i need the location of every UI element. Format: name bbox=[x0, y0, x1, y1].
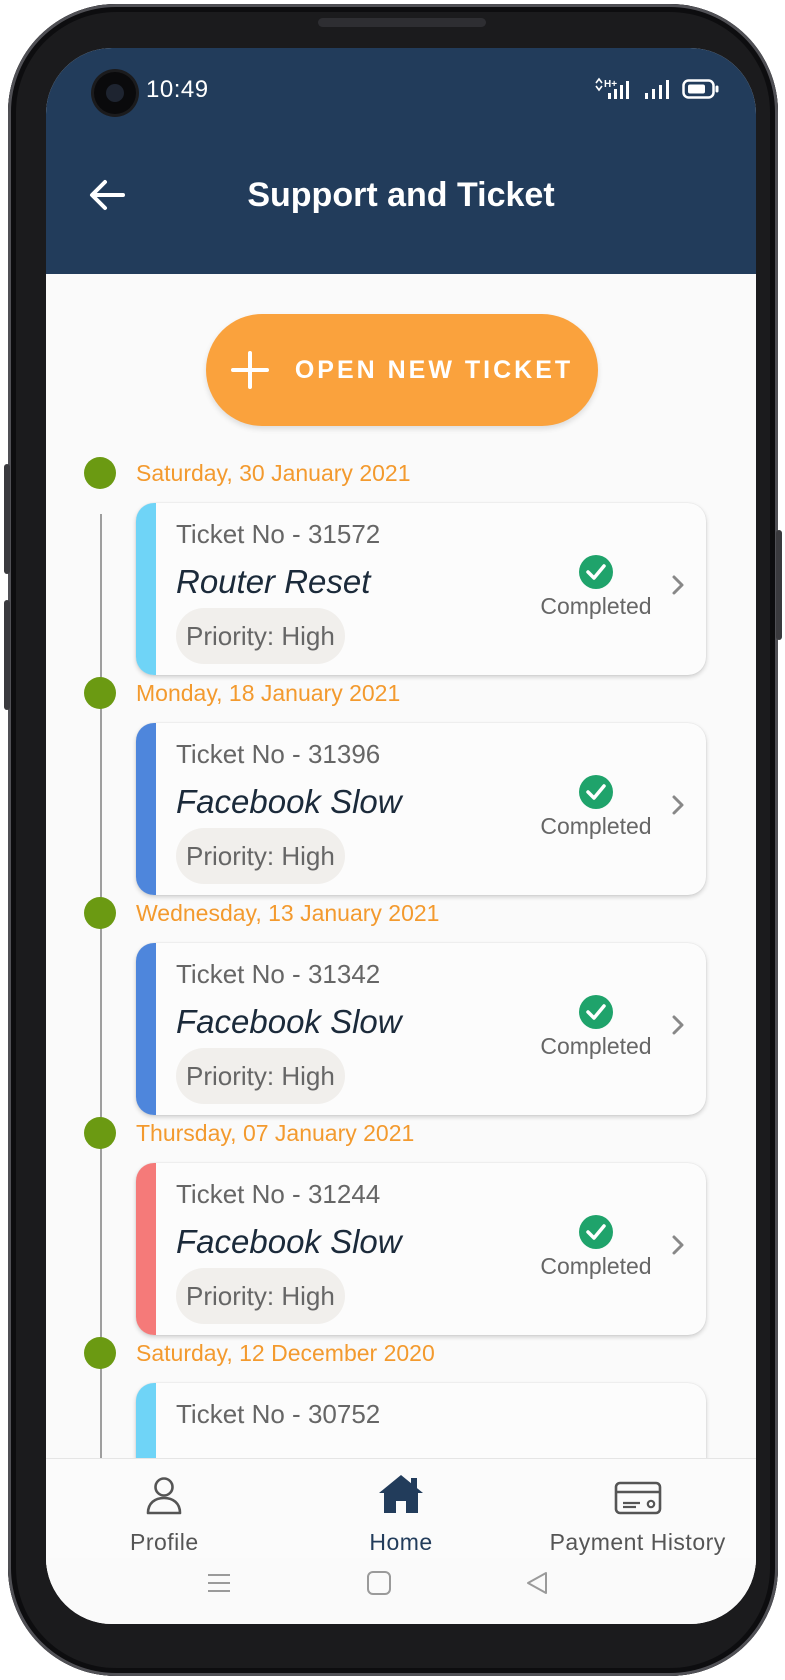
mobile-data-icon: H+ bbox=[594, 77, 634, 106]
screen: 10:49 H+ Support and Ticket OPEN NEW TIC… bbox=[46, 48, 756, 1624]
check-circle-icon bbox=[579, 775, 613, 809]
front-camera bbox=[94, 72, 136, 114]
volume-down-button bbox=[4, 600, 10, 710]
check-circle-icon bbox=[579, 555, 613, 589]
ticket-number: Ticket No - 31572 bbox=[176, 519, 381, 549]
ticket-card[interactable]: Ticket No - 31342 Facebook Slow Priority… bbox=[136, 943, 706, 1115]
timeline-dot bbox=[84, 677, 116, 709]
open-new-ticket-label: OPEN NEW TICKET bbox=[294, 355, 574, 384]
priority-badge: Priority: High bbox=[176, 1268, 345, 1324]
open-new-ticket-button[interactable]: OPEN NEW TICKET bbox=[206, 314, 598, 426]
person-icon bbox=[144, 1469, 184, 1515]
chevron-right-icon bbox=[666, 1013, 690, 1037]
earpiece-speaker bbox=[318, 18, 486, 27]
bottom-navigation: Profile Home Payment History bbox=[46, 1458, 756, 1568]
nav-label: Payment History bbox=[549, 1529, 726, 1555]
ticket-date: Saturday, 30 January 2021 bbox=[136, 460, 411, 486]
ticket-number: Ticket No - 31244 bbox=[176, 1179, 381, 1209]
nav-label: Profile bbox=[129, 1529, 199, 1555]
priority-badge: Priority: High bbox=[176, 1048, 345, 1104]
status-text: Completed bbox=[540, 1253, 652, 1279]
ticket-card[interactable]: Ticket No - 31244 Facebook Slow Priority… bbox=[136, 1163, 706, 1335]
nav-home[interactable]: Home bbox=[283, 1459, 520, 1568]
status-time: 10:49 bbox=[146, 76, 209, 103]
ticket-number: Ticket No - 31342 bbox=[176, 959, 381, 989]
ticket-card[interactable]: Ticket No - 31396 Facebook Slow Priority… bbox=[136, 723, 706, 895]
ticket-date: Saturday, 12 December 2020 bbox=[136, 1340, 435, 1366]
chevron-right-icon bbox=[666, 1233, 690, 1257]
priority-badge: Priority: High bbox=[176, 608, 345, 664]
ticket-list[interactable]: OPEN NEW TICKET Saturday, 30 January 202… bbox=[46, 274, 756, 1498]
credit-card-icon bbox=[614, 1469, 662, 1515]
phone-frame: 10:49 H+ Support and Ticket OPEN NEW TIC… bbox=[4, 4, 782, 1676]
timeline-dot bbox=[84, 897, 116, 929]
back-system-button[interactable] bbox=[524, 1570, 550, 1601]
ticket-number: Ticket No - 31396 bbox=[176, 739, 381, 769]
ticket-stripe bbox=[136, 1163, 156, 1335]
plus-icon bbox=[230, 351, 269, 389]
ticket-status: Completed bbox=[536, 995, 656, 1060]
app-bar: Support and Ticket bbox=[46, 136, 756, 274]
status-text: Completed bbox=[540, 813, 652, 839]
ticket-date: Wednesday, 13 January 2021 bbox=[136, 900, 440, 926]
check-circle-icon bbox=[579, 1215, 613, 1249]
status-text: Completed bbox=[540, 1033, 652, 1059]
timeline-dot bbox=[84, 1117, 116, 1149]
recent-apps-button[interactable] bbox=[206, 1570, 232, 1601]
system-navigation-bar bbox=[46, 1558, 756, 1624]
ticket-subject: Facebook Slow bbox=[176, 1003, 402, 1040]
timeline-dot bbox=[84, 1337, 116, 1369]
ticket-subject: Facebook Slow bbox=[176, 783, 402, 820]
page-title: Support and Ticket bbox=[247, 176, 555, 214]
ticket-stripe bbox=[136, 943, 156, 1115]
status-bar: 10:49 H+ bbox=[46, 48, 756, 136]
ticket-stripe bbox=[136, 503, 156, 675]
home-system-button[interactable] bbox=[366, 1570, 392, 1601]
status-icons: H+ bbox=[594, 76, 720, 106]
chevron-right-icon bbox=[666, 793, 690, 817]
nav-profile[interactable]: Profile bbox=[46, 1459, 283, 1568]
network-type: H+ bbox=[604, 79, 617, 90]
timeline-dot bbox=[84, 457, 116, 489]
priority-badge: Priority: High bbox=[176, 828, 345, 884]
check-circle-icon bbox=[579, 995, 613, 1029]
ticket-status: Completed bbox=[536, 775, 656, 840]
battery-icon bbox=[682, 78, 720, 105]
ticket-date: Monday, 18 January 2021 bbox=[136, 680, 401, 706]
power-button bbox=[776, 530, 782, 640]
ticket-status: Completed bbox=[536, 555, 656, 620]
ticket-stripe bbox=[136, 723, 156, 895]
ticket-date: Thursday, 07 January 2021 bbox=[136, 1120, 415, 1146]
ticket-card[interactable]: Ticket No - 31572 Router Reset Priority:… bbox=[136, 503, 706, 675]
status-text: Completed bbox=[540, 593, 652, 619]
ticket-status: Completed bbox=[536, 1215, 656, 1280]
ticket-subject: Router Reset bbox=[176, 563, 371, 600]
volume-up-button bbox=[4, 464, 10, 574]
nav-payment-history[interactable]: Payment History bbox=[519, 1459, 756, 1568]
signal-icon bbox=[644, 77, 672, 106]
nav-label: Home bbox=[369, 1529, 433, 1555]
ticket-number: Ticket No - 30752 bbox=[176, 1399, 381, 1429]
ticket-subject: Facebook Slow bbox=[176, 1223, 402, 1260]
chevron-right-icon bbox=[666, 573, 690, 597]
home-icon bbox=[377, 1469, 425, 1515]
